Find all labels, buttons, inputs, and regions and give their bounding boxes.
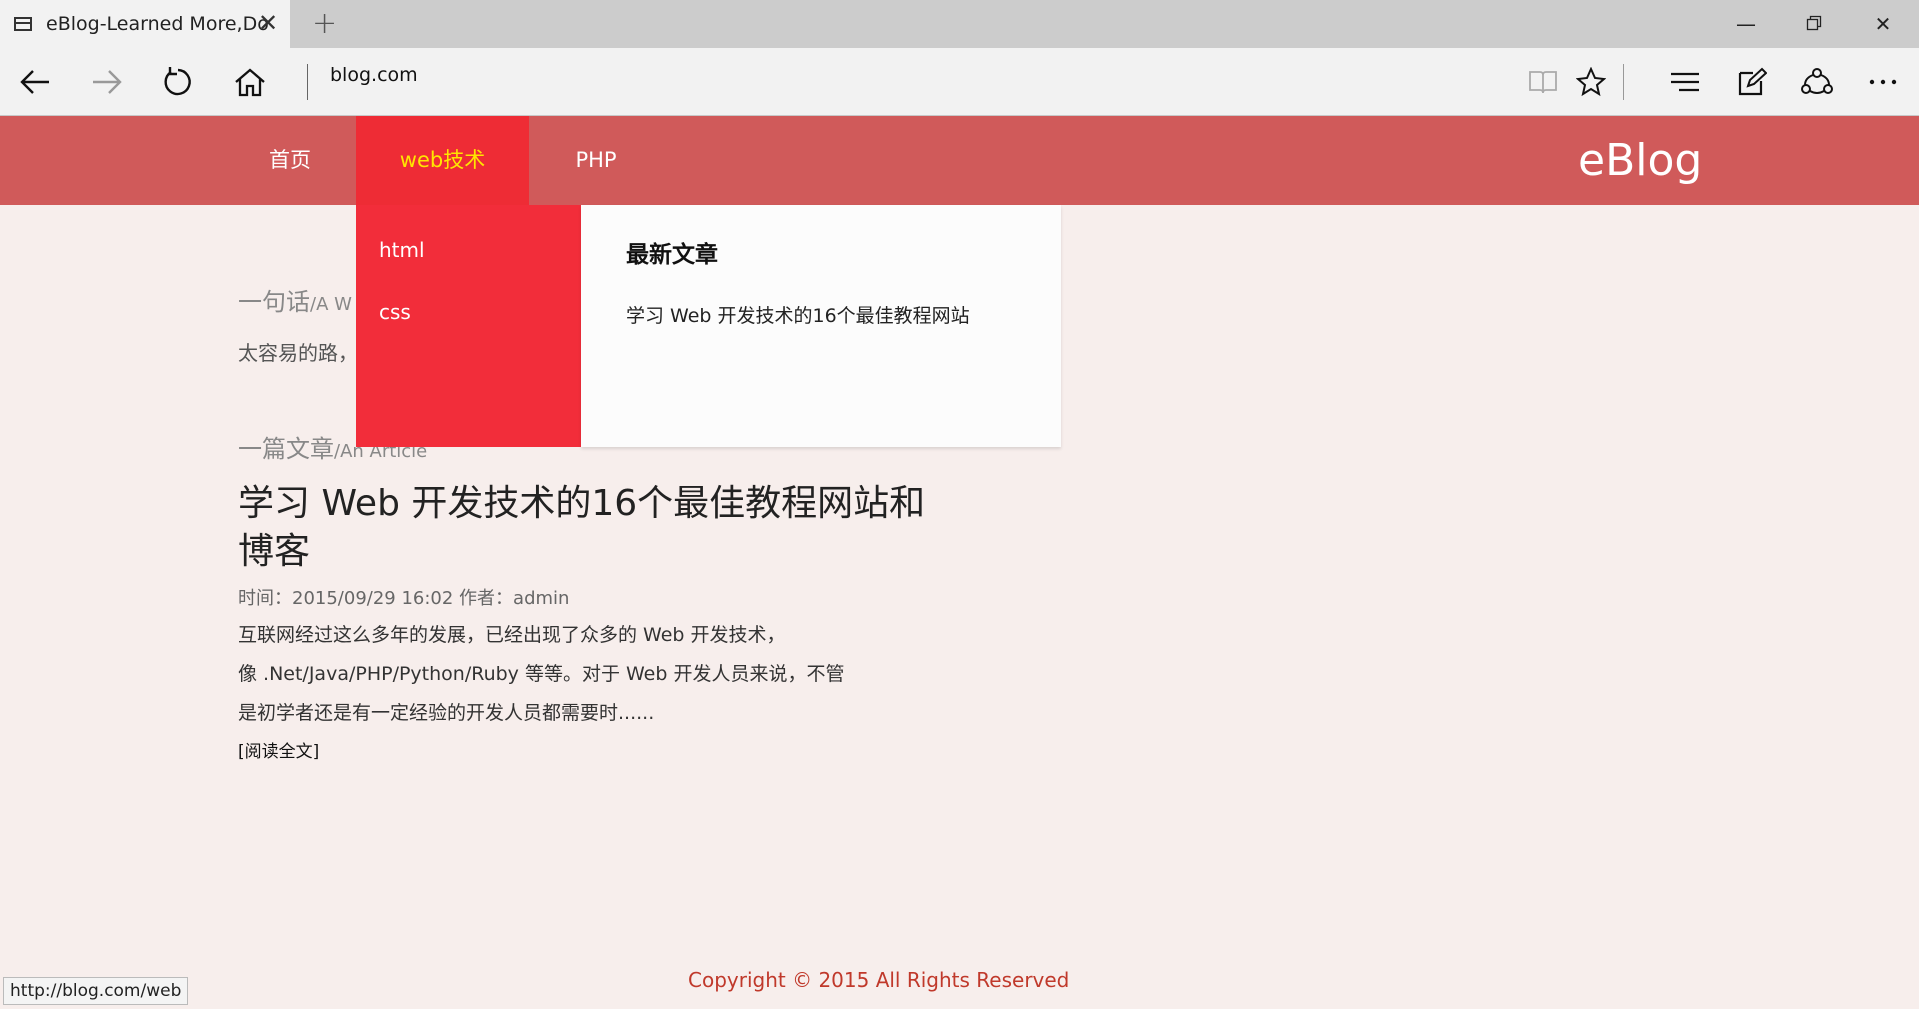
tab-bar: eBlog-Learned More,Do ✕ + — ✕ xyxy=(0,0,1919,48)
address-bar-row: blog.com xyxy=(0,48,1919,116)
favorite-button[interactable] xyxy=(1568,59,1614,105)
hub-icon xyxy=(1671,72,1699,92)
share-icon xyxy=(1801,68,1833,94)
reading-view-button[interactable] xyxy=(1520,59,1566,105)
article-title[interactable]: 学习 Web 开发技术的16个最佳教程网站和博客 xyxy=(238,480,958,576)
status-bar-url: http://blog.com/web xyxy=(3,977,189,1005)
dropdown-item-html[interactable]: html xyxy=(379,238,425,262)
tab-title: eBlog-Learned More,Do xyxy=(46,13,269,35)
web-note-button[interactable] xyxy=(1729,59,1775,105)
site-page: 首页 web技术 PHP eBlog 一句话/A W 太容易的路， 一篇文章/A… xyxy=(0,116,1919,1009)
forward-button[interactable] xyxy=(84,59,130,105)
site-logo[interactable]: eBlog xyxy=(1578,116,1702,205)
quote-section-title: 一句话/A W xyxy=(238,282,352,317)
quote-section-title-en: /A W xyxy=(310,294,352,315)
home-icon xyxy=(235,68,265,97)
web-dropdown-menu: html css xyxy=(356,205,581,447)
latest-articles-heading: 最新文章 xyxy=(626,242,718,268)
star-icon xyxy=(1576,67,1606,97)
share-button[interactable] xyxy=(1794,59,1840,105)
forward-arrow-icon xyxy=(93,70,122,94)
latest-article-link[interactable]: 学习 Web 开发技术的16个最佳教程网站 xyxy=(626,301,970,328)
restore-icon xyxy=(1806,15,1822,31)
minimize-button[interactable]: — xyxy=(1712,0,1780,48)
book-icon xyxy=(1529,71,1557,94)
dropdown-item-css[interactable]: css xyxy=(379,300,411,324)
excerpt-line: 互联网经过这么多年的发展，已经出现了众多的 Web 开发技术， xyxy=(238,624,786,646)
address-separator xyxy=(307,64,308,100)
close-tab-icon[interactable]: ✕ xyxy=(258,9,278,37)
close-window-button[interactable]: ✕ xyxy=(1849,0,1917,48)
more-dots-icon xyxy=(1869,79,1897,85)
pen-note-icon xyxy=(1738,67,1767,96)
nav-item-home[interactable]: 首页 xyxy=(238,116,342,205)
main-nav: 首页 web技术 PHP eBlog xyxy=(0,116,1919,205)
new-tab-button[interactable]: + xyxy=(312,6,337,41)
latest-articles-panel: 最新文章 学习 Web 开发技术的16个最佳教程网站 xyxy=(581,205,1061,447)
more-button[interactable] xyxy=(1860,59,1906,105)
read-more-link[interactable]: [阅读全文] xyxy=(238,737,319,762)
refresh-icon xyxy=(164,67,191,96)
back-button[interactable] xyxy=(12,59,58,105)
nav-item-web[interactable]: web技术 xyxy=(356,116,529,205)
nav-item-php[interactable]: PHP xyxy=(545,116,647,205)
home-button[interactable] xyxy=(227,59,273,105)
quote-section-title-cn: 一句话 xyxy=(238,288,310,316)
article-meta: 时间：2015/09/29 16:02 作者：admin xyxy=(238,588,570,609)
excerpt-line: 是初学者还是有一定经验的开发人员都需要时...... xyxy=(238,702,655,724)
quote-text: 太容易的路， xyxy=(238,341,358,365)
address-field[interactable]: blog.com xyxy=(330,64,418,86)
restore-button[interactable] xyxy=(1780,0,1848,48)
toolbar-separator xyxy=(1623,64,1624,100)
article-section-title-cn: 一篇文章 xyxy=(238,435,334,463)
excerpt-line: 像 .Net/Java/PHP/Python/Ruby 等等。对于 Web 开发… xyxy=(238,663,845,685)
copyright-footer: Copyright © 2015 All Rights Reserved xyxy=(688,968,1070,992)
hub-button[interactable] xyxy=(1662,59,1708,105)
refresh-button[interactable] xyxy=(155,59,201,105)
browser-tab[interactable]: eBlog-Learned More,Do ✕ xyxy=(0,0,290,48)
back-arrow-icon xyxy=(20,70,49,94)
article-excerpt: 互联网经过这么多年的发展，已经出现了众多的 Web 开发技术， 像 .Net/J… xyxy=(238,616,938,733)
page-icon xyxy=(14,17,32,31)
